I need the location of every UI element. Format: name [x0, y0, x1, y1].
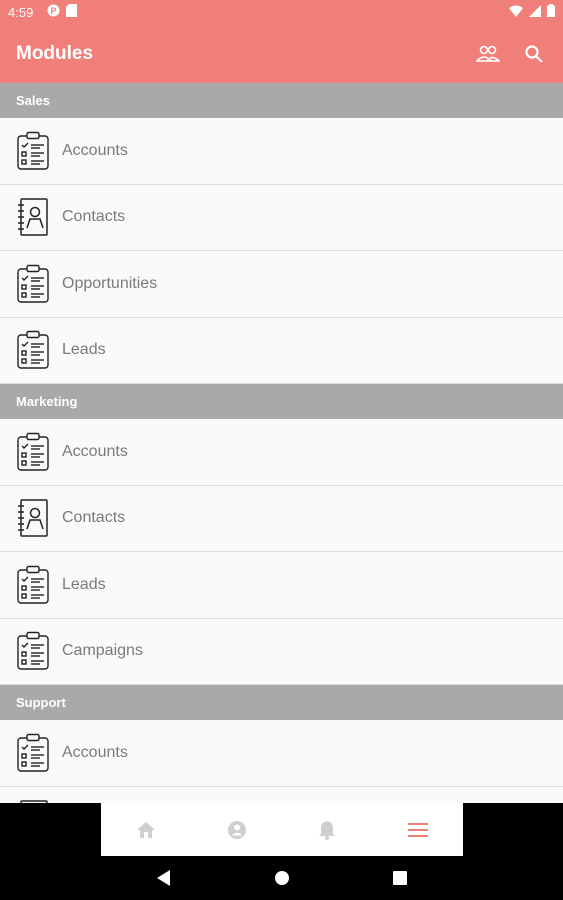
- svg-text:P: P: [51, 6, 57, 16]
- section-header-support: Support: [0, 685, 563, 720]
- bell-icon[interactable]: [307, 810, 347, 850]
- list-item[interactable]: Contacts: [0, 485, 563, 552]
- clipboard-checklist-icon: [16, 631, 50, 671]
- clipboard-checklist-icon: [16, 131, 50, 171]
- clipboard-checklist-icon: [16, 432, 50, 472]
- clipboard-checklist-icon: [16, 330, 50, 370]
- notification-p-icon: P: [47, 4, 60, 20]
- list-item[interactable]: Accounts: [0, 419, 563, 486]
- section-header-sales: Sales: [0, 83, 563, 118]
- list-item-label: Accounts: [62, 141, 128, 159]
- contact-book-icon: [16, 197, 50, 237]
- home-button-icon[interactable]: [272, 868, 292, 888]
- list-item[interactable]: Accounts: [0, 118, 563, 185]
- list-item[interactable]: Contacts: [0, 184, 563, 251]
- list-item-label: Accounts: [62, 442, 128, 460]
- modules-list[interactable]: Sales Accounts Contacts Opportunities Le…: [0, 83, 563, 803]
- home-icon[interactable]: [126, 810, 166, 850]
- list-item-label: Leads: [62, 341, 106, 359]
- list-item[interactable]: Accounts: [0, 720, 563, 787]
- list-item-label: Contacts: [62, 509, 126, 527]
- wifi-icon: [509, 5, 523, 20]
- status-time: 4:59: [8, 4, 34, 20]
- list-item-label: Leads: [62, 575, 106, 593]
- signal-icon: [529, 4, 541, 20]
- clipboard-checklist-icon: [16, 264, 50, 304]
- people-icon[interactable]: [475, 41, 501, 67]
- list-item[interactable]: Opportunities: [0, 251, 563, 318]
- battery-icon: [547, 4, 555, 20]
- list-item[interactable]: Campaigns: [0, 618, 563, 685]
- list-item-label: Accounts: [62, 743, 128, 761]
- contact-book-icon: [16, 498, 50, 538]
- list-item-label: Opportunities: [62, 274, 158, 292]
- clipboard-checklist-icon: [16, 565, 50, 605]
- search-icon[interactable]: [521, 41, 547, 67]
- list-item[interactable]: Leads: [0, 317, 563, 384]
- list-item[interactable]: [0, 786, 563, 803]
- bottom-nav: [101, 803, 463, 856]
- menu-icon[interactable]: [398, 810, 438, 850]
- list-item-label: Contacts: [62, 208, 126, 226]
- page-title: Modules: [16, 42, 94, 64]
- section-header-marketing: Marketing: [0, 384, 563, 419]
- back-icon[interactable]: [154, 868, 174, 888]
- status-bar: 4:59 P: [0, 0, 563, 24]
- account-icon[interactable]: [217, 810, 257, 850]
- clipboard-checklist-icon: [16, 733, 50, 773]
- app-bar: Modules: [0, 24, 563, 83]
- recents-icon[interactable]: [390, 868, 410, 888]
- sd-card-icon: [66, 4, 78, 20]
- list-item[interactable]: Leads: [0, 552, 563, 619]
- system-nav-bar: [0, 856, 563, 900]
- list-item-label: Campaigns: [62, 642, 143, 660]
- contact-book-icon: [16, 799, 50, 803]
